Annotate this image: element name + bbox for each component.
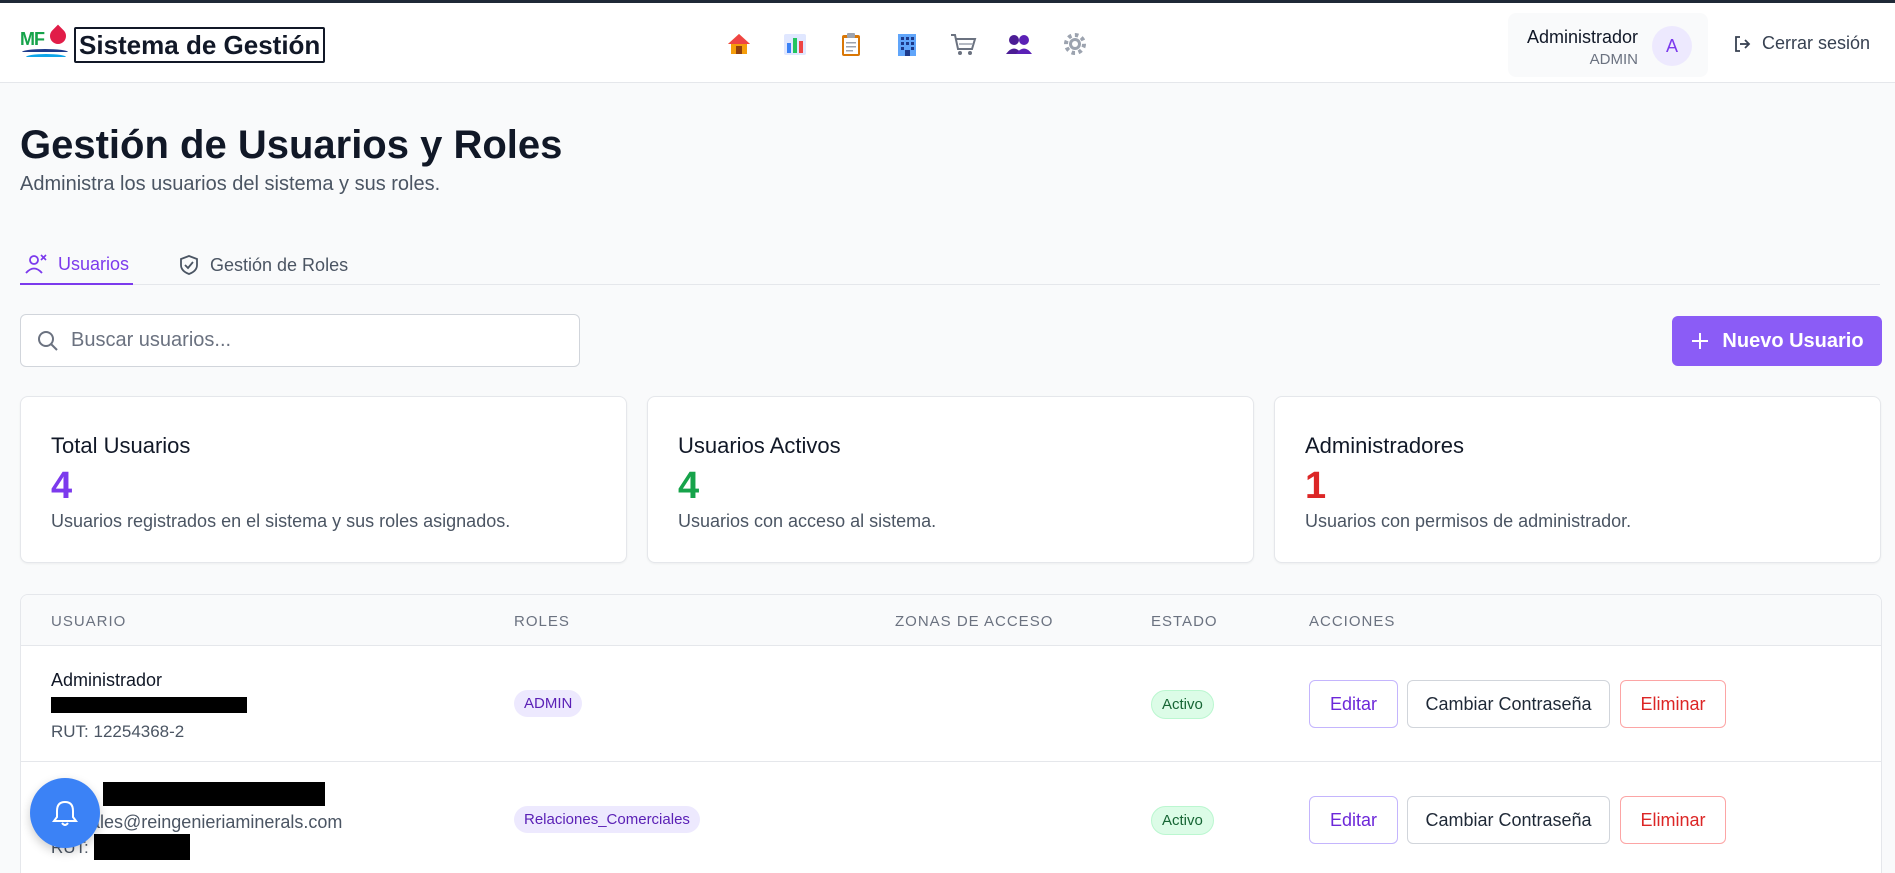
table-row: rciales@reingenieriaminerals.com RUT: Re… (21, 762, 1881, 873)
shield-check-icon (180, 255, 198, 275)
table-header: USUARIO ROLES ZONAS DE ACCESO ESTADO ACC… (21, 595, 1881, 646)
building-icon[interactable] (892, 29, 922, 59)
search-box (20, 314, 580, 367)
table-row: Administrador RUT: 12254368-2 ADMIN Acti… (21, 646, 1881, 762)
top-bar: MF Sistema de Gestión Administrador ADMI… (0, 0, 1895, 83)
redacted-name (103, 782, 325, 806)
stat-value: 1 (1305, 465, 1327, 507)
user-name: Administrador (1526, 27, 1638, 47)
column-header-usuario: USUARIO (51, 613, 127, 630)
avatar[interactable]: A (1652, 26, 1692, 66)
page-subtitle: Administra los usuarios del sistema y su… (20, 173, 441, 195)
stat-card-total: Total Usuarios 4 Usuarios registrados en… (20, 396, 627, 563)
logout-icon (1735, 35, 1751, 52)
logo-wave-shape (26, 54, 66, 60)
user-cog-icon (25, 254, 47, 274)
column-header-zonas: ZONAS DE ACCESO (895, 613, 1054, 630)
role-badge: ADMIN (514, 690, 583, 717)
brand-title[interactable]: Sistema de Gestión (74, 27, 326, 63)
logout-label: Cerrar sesión (1762, 33, 1871, 53)
brand[interactable]: MF Sistema de Gestión (20, 24, 326, 63)
column-header-acciones: ACCIONES (1309, 613, 1396, 630)
redacted-rut (94, 834, 190, 860)
company-logo: MF (20, 24, 70, 63)
status-badge: Activo (1151, 806, 1214, 835)
change-password-button[interactable]: Cambiar Contraseña (1407, 680, 1610, 728)
page-title: Gestión de Usuarios y Roles (20, 123, 563, 167)
users-icon[interactable] (1004, 29, 1034, 59)
stat-card-admins: Administradores 1 Usuarios con permisos … (1274, 396, 1881, 563)
stat-value: 4 (51, 465, 73, 507)
new-user-button[interactable]: Nuevo Usuario (1672, 316, 1882, 366)
clipboard-icon[interactable] (836, 29, 866, 59)
tab-gestion-roles[interactable]: Gestión de Roles (178, 245, 348, 285)
edit-button[interactable]: Editar (1309, 680, 1398, 728)
delete-button[interactable]: Eliminar (1620, 796, 1726, 844)
stat-description: Usuarios registrados en el sistema y sus… (51, 511, 511, 531)
search-input[interactable] (71, 315, 561, 366)
tab-bar: Usuarios Gestión de Roles (20, 245, 1880, 285)
stat-description: Usuarios con permisos de administrador. (1305, 511, 1632, 531)
user-email: rciales@reingenieriaminerals.com (71, 812, 343, 832)
chart-icon[interactable] (780, 29, 810, 59)
column-header-roles: ROLES (514, 613, 570, 630)
stat-description: Usuarios con acceso al sistema. (678, 511, 937, 531)
new-user-label: Nuevo Usuario (1722, 329, 1864, 352)
stat-title: Total Usuarios (51, 433, 191, 458)
search-icon (38, 331, 58, 351)
bell-icon (52, 800, 78, 826)
main-nav (724, 29, 1090, 59)
change-password-button[interactable]: Cambiar Contraseña (1407, 796, 1610, 844)
status-badge: Activo (1151, 690, 1214, 719)
home-icon[interactable] (724, 29, 754, 59)
user-role: ADMIN (1589, 51, 1638, 68)
stat-title: Usuarios Activos (678, 433, 841, 458)
tab-label: Gestión de Roles (210, 254, 349, 275)
column-header-estado: ESTADO (1151, 613, 1218, 630)
logo-drop-shape (46, 24, 70, 48)
plus-icon (1692, 333, 1709, 349)
tab-usuarios[interactable]: Usuarios (20, 245, 134, 285)
redacted-email (51, 697, 247, 713)
delete-button[interactable]: Eliminar (1620, 680, 1726, 728)
user-menu[interactable]: Administrador ADMIN A (1508, 13, 1708, 77)
tab-label: Usuarios (58, 253, 130, 274)
stat-title: Administradores (1305, 433, 1464, 458)
logout-button[interactable]: Cerrar sesión (1732, 33, 1870, 54)
notifications-button[interactable] (30, 778, 100, 848)
cart-icon[interactable] (948, 29, 978, 59)
stat-value: 4 (678, 465, 700, 507)
stat-card-active: Usuarios Activos 4 Usuarios con acceso a… (647, 396, 1254, 563)
gear-icon[interactable] (1060, 29, 1090, 59)
edit-button[interactable]: Editar (1309, 796, 1398, 844)
user-rut: RUT: 12254368-2 (51, 722, 185, 741)
logo-text: MF (20, 29, 45, 49)
role-badge: Relaciones_Comerciales (514, 806, 700, 833)
user-name: Administrador (51, 670, 163, 690)
users-table: USUARIO ROLES ZONAS DE ACCESO ESTADO ACC… (20, 594, 1882, 873)
